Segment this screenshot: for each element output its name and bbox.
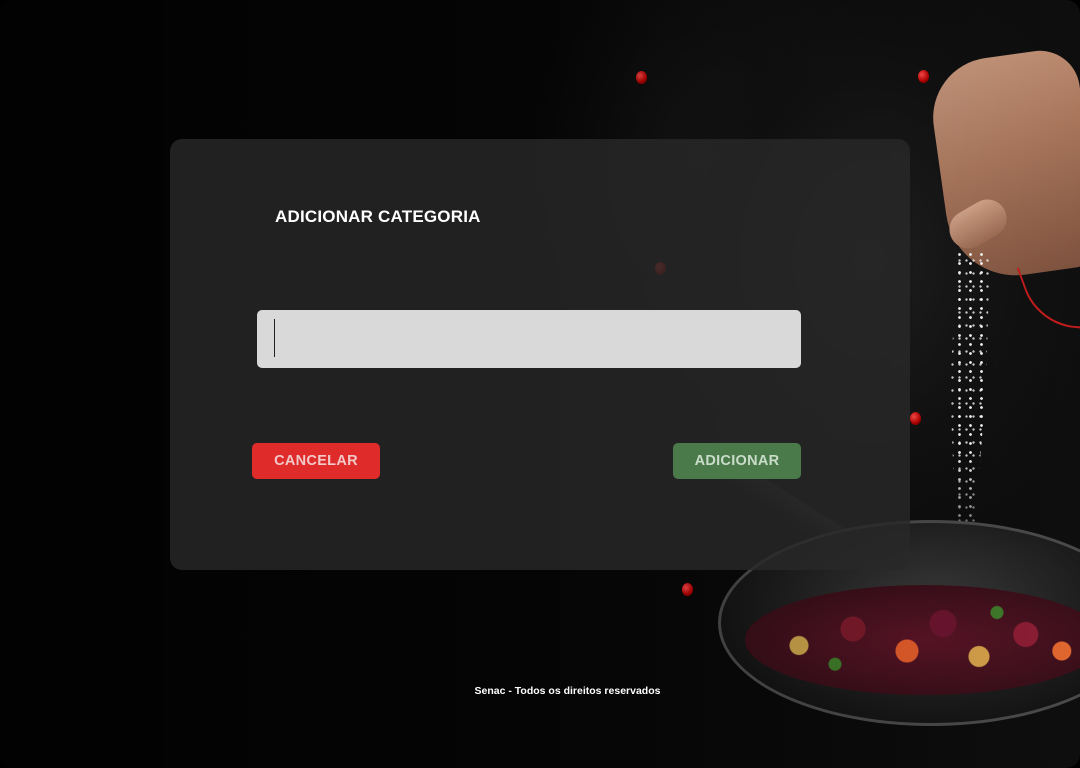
app-window: ADICIONAR CATEGORIA CANCELAR ADICIONAR S… xyxy=(0,0,1080,768)
text-caret xyxy=(274,319,275,357)
cancel-button[interactable]: CANCELAR xyxy=(252,443,380,479)
modal-title: ADICIONAR CATEGORIA xyxy=(275,207,481,226)
add-button[interactable]: ADICIONAR xyxy=(673,443,801,479)
add-category-modal: ADICIONAR CATEGORIA CANCELAR ADICIONAR xyxy=(170,139,910,570)
category-name-input[interactable] xyxy=(257,310,801,368)
footer-copyright: Senac - Todos os direitos reservados xyxy=(474,685,661,697)
